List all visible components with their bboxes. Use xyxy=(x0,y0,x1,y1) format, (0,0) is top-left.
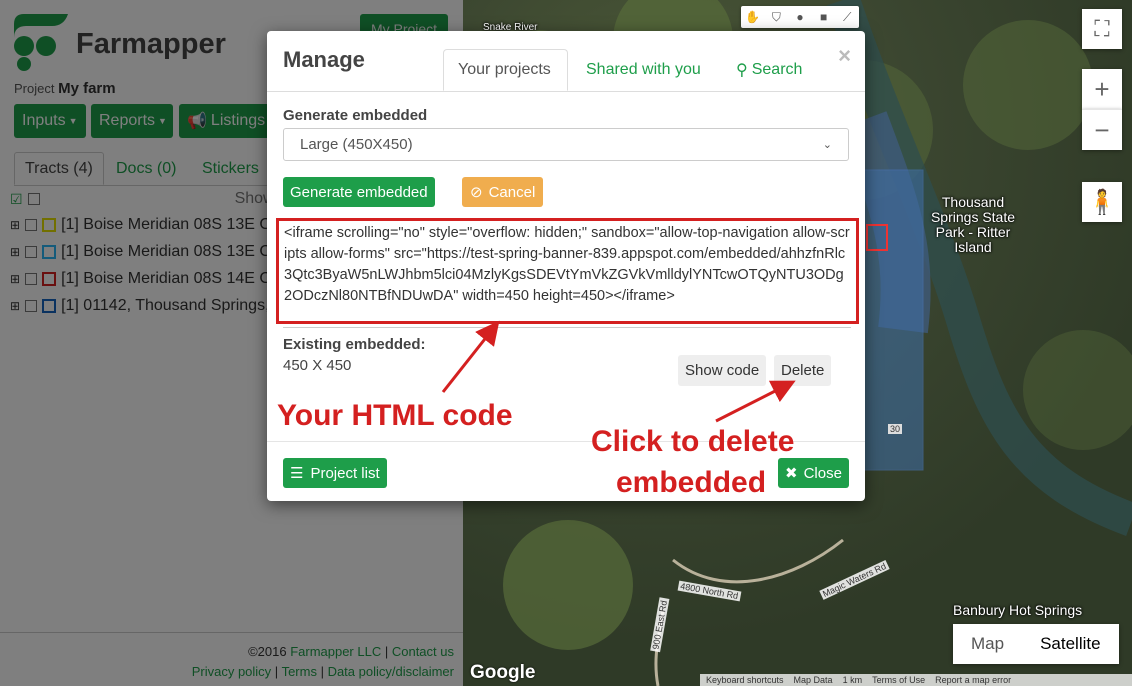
report-error-link[interactable]: Report a map error xyxy=(935,675,1011,685)
google-logo: Google xyxy=(470,662,536,683)
map-attribution: Keyboard shortcuts Map Data 1 km Terms o… xyxy=(700,674,1132,686)
show-code-button[interactable]: Show code xyxy=(678,355,767,386)
map-data-link[interactable]: Map Data xyxy=(794,675,833,685)
fullscreen-icon: ⛶ xyxy=(1094,16,1110,41)
cancel-button[interactable]: ⊘ Cancel xyxy=(462,177,544,207)
chevron-down-icon: ⌄ xyxy=(822,139,832,151)
close-button[interactable]: ✖ Close xyxy=(778,458,849,488)
map-type-satellite[interactable]: Satellite xyxy=(1022,624,1119,664)
ban-icon: ⊘ xyxy=(470,184,483,201)
highway-shield: 30 xyxy=(888,424,903,434)
list-icon: ☰ xyxy=(290,465,304,482)
embed-size-select[interactable]: Large (450X450) ⌄ xyxy=(283,128,849,161)
terms-link[interactable]: Terms of Use xyxy=(872,675,925,685)
marker-icon[interactable]: ⛉ xyxy=(765,6,789,28)
street-view-pegman[interactable]: 🧍 xyxy=(1082,182,1122,222)
annotation-delete-line2: embedded xyxy=(616,466,767,499)
map-type-map[interactable]: Map xyxy=(953,624,1023,664)
annotation-html-code: Your HTML code xyxy=(277,399,513,432)
zoom-out-button[interactable]: − xyxy=(1082,109,1122,150)
annotation-delete-line1: Click to delete xyxy=(591,425,795,458)
tab-search[interactable]: ⚲ Search xyxy=(736,49,802,91)
embed-code-textarea[interactable]: <iframe scrolling="no" style="overflow: … xyxy=(276,218,859,324)
generate-embedded-button[interactable]: Generate embedded xyxy=(283,177,435,207)
existing-embedded-label: Existing embedded: xyxy=(283,336,426,353)
drawing-toolbar: ✋ ⛉ ● ■ ⟋ xyxy=(741,6,859,28)
tab-your-projects[interactable]: Your projects xyxy=(443,49,568,91)
select-value: Large (450X450) xyxy=(300,136,413,153)
search-icon: ⚲ xyxy=(736,62,748,79)
polyline-icon[interactable]: ⟋ xyxy=(835,6,859,28)
divider xyxy=(283,327,851,328)
delete-button[interactable]: Delete xyxy=(774,355,832,386)
existing-embedded-size: 450 X 450 xyxy=(283,357,352,374)
generate-embedded-label: Generate embedded xyxy=(283,107,428,124)
project-list-button[interactable]: ☰ Project list xyxy=(283,458,387,488)
zoom-in-button[interactable]: + xyxy=(1082,69,1122,109)
scale-label: 1 km xyxy=(842,675,863,685)
map-label-thousand-springs: Thousand Springs State Park - Ritter Isl… xyxy=(930,194,1016,255)
fullscreen-button[interactable]: ⛶ xyxy=(1082,9,1122,49)
map-label-banbury: Banbury Hot Springs xyxy=(953,602,1083,618)
keyboard-shortcuts-link[interactable]: Keyboard shortcuts xyxy=(706,675,784,685)
hand-icon[interactable]: ✋ xyxy=(741,6,765,28)
modal-title: Manage xyxy=(283,47,365,72)
close-x-icon: ✖ xyxy=(785,465,798,482)
rectangle-icon[interactable]: ■ xyxy=(812,6,836,28)
pegman-icon: 🧍 xyxy=(1087,188,1117,216)
close-icon[interactable]: × xyxy=(838,43,851,69)
tab-shared-with-you[interactable]: Shared with you xyxy=(586,49,701,91)
map-type-control: Map Satellite xyxy=(953,624,1119,664)
circle-icon[interactable]: ● xyxy=(788,6,812,28)
